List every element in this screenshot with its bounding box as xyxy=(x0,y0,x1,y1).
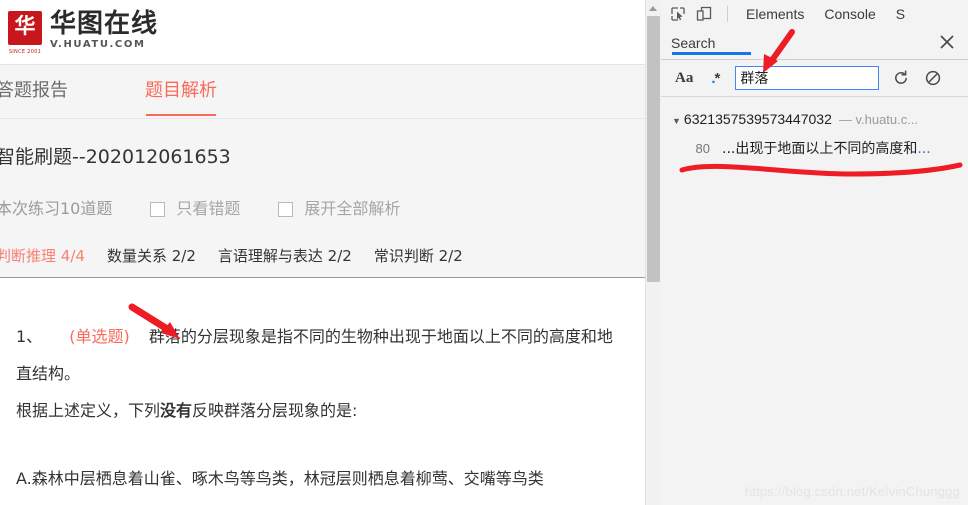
search-result-group[interactable]: ▼ 6321357539573447032 — v.huatu.c... xyxy=(661,111,968,130)
subject-tab-verbal[interactable]: 言语理解与表达 2/2 xyxy=(218,246,352,266)
search-result-snippet: ...出现于地面以上不同的高度和... xyxy=(722,138,931,158)
question-card: 1、 (单选题) 群落的分层现象是指不同的生物种出现于地面以上不同的高度和地 直… xyxy=(0,278,645,505)
search-result-row[interactable]: 80 ...出现于地面以上不同的高度和... xyxy=(661,138,968,158)
question-option-a[interactable]: A.森林中层栖息着山雀、啄木鸟等鸟类，林冠层则栖息着柳莺、交嘴等鸟类 xyxy=(16,468,544,490)
subject-label-common-sense: 常识判断 xyxy=(373,247,434,265)
screenshot-root: 华 SINCE 2001 华图在线 V.HUATU.COM 答题报告 题目解析 … xyxy=(0,0,968,505)
subject-label-quantitative: 数量关系 xyxy=(106,247,167,265)
logo-title: 华图在线 xyxy=(50,9,159,39)
devtools-panel: Elements Console S Search Aa .* 群落 ▼ 632… xyxy=(661,0,968,505)
tab-elements[interactable]: Elements xyxy=(736,1,814,27)
devtools-toolbar: Elements Console S xyxy=(661,0,968,28)
page-vertical-scrollbar[interactable] xyxy=(645,0,661,505)
huatu-logo-icon: 华 SINCE 2001 xyxy=(8,11,42,55)
question-count-text: 本次练习10道题 xyxy=(0,199,113,218)
filter-expand-all[interactable]: 展开全部解析 xyxy=(278,198,400,220)
question-header-line: 1、 (单选题) 群落的分层现象是指不同的生物种出现于地面以上不同的高度和地 xyxy=(16,326,613,348)
web-page-surface: 华 SINCE 2001 华图在线 V.HUATU.COM 答题报告 题目解析 … xyxy=(0,0,645,505)
report-tab-bar: 答题报告 题目解析 xyxy=(0,65,645,119)
drawer-tab-active-underline xyxy=(672,52,751,55)
search-result-group-url: — v.huatu.c... xyxy=(838,112,919,127)
filter-wrong-only[interactable]: 只看错题 xyxy=(150,198,240,220)
search-result-line-number: 80 xyxy=(695,141,710,156)
tab-console[interactable]: Console xyxy=(814,1,885,27)
quiz-summary-block: 智能刷题--202012061653 本次练习10道题 只看错题 展开全部解析 … xyxy=(0,119,645,278)
devtools-drawer-header: Search xyxy=(661,27,968,60)
logo-since-text: SINCE 2001 xyxy=(8,49,42,55)
subject-label-verbal: 言语理解与表达 xyxy=(217,247,323,265)
search-result-group-id: 6321357539573447032 xyxy=(683,111,832,127)
match-case-toggle[interactable]: Aa xyxy=(675,70,693,87)
subject-score-verbal: 2/2 xyxy=(327,247,352,265)
search-input[interactable] xyxy=(735,66,880,90)
checkbox-expand-all-label[interactable]: 展开全部解析 xyxy=(304,198,400,220)
site-header: 华 SINCE 2001 华图在线 V.HUATU.COM xyxy=(0,0,645,65)
tab-answer-report[interactable]: 答题报告 xyxy=(0,78,68,104)
tab-question-analysis[interactable]: 题目解析 xyxy=(145,78,217,116)
subject-score-judgment: 4/4 xyxy=(60,247,85,265)
refresh-icon[interactable] xyxy=(891,68,911,88)
question-prompt-emphasis: 没有 xyxy=(160,401,193,420)
regex-toggle[interactable]: .* xyxy=(711,70,720,87)
device-toolbar-icon[interactable] xyxy=(691,1,717,27)
question-type-badge: (单选题) xyxy=(69,327,130,346)
web-page-pane: 华 SINCE 2001 华图在线 V.HUATU.COM 答题报告 题目解析 … xyxy=(0,0,645,505)
quiz-title: 智能刷题--202012061653 xyxy=(0,146,231,168)
question-stem-line2: 直结构。 xyxy=(16,364,81,383)
scrollbar-thumb[interactable] xyxy=(647,16,660,282)
checkbox-expand-all[interactable] xyxy=(278,201,294,217)
question-prompt-post: 反映群落分层现象的是: xyxy=(192,401,358,420)
scroll-up-arrow-icon[interactable] xyxy=(646,0,661,15)
snippet-ellipsis: ... xyxy=(917,141,931,157)
checkbox-wrong-only[interactable] xyxy=(150,201,166,217)
subject-score-common-sense: 2/2 xyxy=(438,247,463,265)
snippet-text: ...出现于地面以上不同的高度和 xyxy=(722,141,918,157)
devtools-search-toolbar: Aa .* xyxy=(661,60,968,97)
logo-wordmark: 华图在线 V.HUATU.COM xyxy=(50,11,158,50)
checkbox-wrong-only-label[interactable]: 只看错题 xyxy=(176,198,240,220)
logo-glyph: 华 xyxy=(14,14,36,38)
subject-label-judgment: 判断推理 xyxy=(0,247,57,265)
close-icon[interactable] xyxy=(936,31,958,53)
subject-tab-common-sense[interactable]: 常识判断 2/2 xyxy=(374,246,463,266)
logo-subtitle: V.HUATU.COM xyxy=(50,39,146,50)
question-stem-line1: 群落的分层现象是指不同的生物种出现于地面以上不同的高度和地 xyxy=(148,327,613,346)
chevron-down-icon[interactable]: ▼ xyxy=(672,112,681,130)
tab-sources[interactable]: S xyxy=(886,1,915,27)
question-prompt: 根据上述定义，下列没有反映群落分层现象的是: xyxy=(16,400,357,422)
subject-filter-row: 判断推理 4/4 数量关系 2/2 言语理解与表达 2/2 常识判断 2/2 xyxy=(0,246,485,266)
site-logo[interactable]: 华 SINCE 2001 华图在线 V.HUATU.COM xyxy=(8,11,158,55)
search-results-list: ▼ 6321357539573447032 — v.huatu.c... 80 … xyxy=(661,97,968,505)
question-number: 1、 xyxy=(16,327,43,346)
drawer-tab-search[interactable]: Search xyxy=(671,32,751,55)
drawer-tab-search-label: Search xyxy=(671,35,716,51)
subject-score-quantitative: 2/2 xyxy=(171,247,196,265)
subject-tab-quantitative[interactable]: 数量关系 2/2 xyxy=(107,246,196,266)
clear-icon[interactable] xyxy=(923,68,943,88)
inspect-element-icon[interactable] xyxy=(665,1,691,27)
quiz-options-row: 本次练习10道题 只看错题 展开全部解析 xyxy=(0,198,400,220)
toolbar-divider xyxy=(727,5,728,22)
question-prompt-pre: 根据上述定义，下列 xyxy=(16,401,161,420)
subject-tab-judgment[interactable]: 判断推理 4/4 xyxy=(0,246,85,266)
